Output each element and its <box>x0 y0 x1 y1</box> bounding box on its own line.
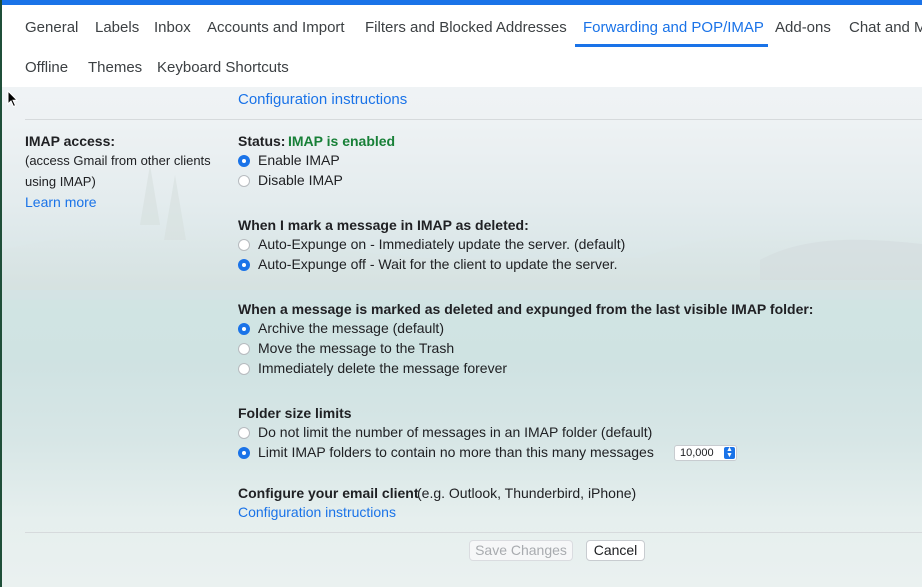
imap-access-title: IMAP access: <box>25 133 116 149</box>
tab-offline[interactable]: Offline <box>25 59 68 76</box>
tab-accounts-and-import[interactable]: Accounts and Import <box>207 19 345 36</box>
limit-folder-radio[interactable] <box>238 447 250 459</box>
tab-general[interactable]: General <box>25 19 78 36</box>
auto-expunge-off-radio[interactable] <box>238 259 250 271</box>
folder-limit-value: 10,000 <box>680 447 714 459</box>
learn-more-link[interactable]: Learn more <box>25 194 97 210</box>
tab-chat-and-meet[interactable]: Chat and M <box>849 19 922 36</box>
archive-message-radio[interactable] <box>238 323 250 335</box>
enable-imap-label[interactable]: Enable IMAP <box>258 152 340 168</box>
cancel-button[interactable]: Cancel <box>586 540 645 561</box>
footer-divider <box>25 532 922 533</box>
auto-expunge-on-radio[interactable] <box>238 239 250 251</box>
move-to-trash-radio[interactable] <box>238 343 250 355</box>
window-left-edge <box>0 0 2 587</box>
folder-size-limits-heading: Folder size limits <box>238 405 352 421</box>
configure-client-examples: (e.g. Outlook, Thunderbird, iPhone) <box>417 485 637 501</box>
mouse-pointer-icon <box>7 90 19 108</box>
tab-add-ons[interactable]: Add-ons <box>775 19 831 36</box>
imap-status-value: IMAP is enabled <box>288 133 396 149</box>
tab-filters-and-blocked-addresses[interactable]: Filters and Blocked Addresses <box>365 19 567 36</box>
tab-forwarding-pop-imap[interactable]: Forwarding and POP/IMAP <box>583 19 764 36</box>
limit-folder-label[interactable]: Limit IMAP folders to contain no more th… <box>258 444 654 460</box>
move-to-trash-label[interactable]: Move the message to the Trash <box>258 340 454 356</box>
active-tab-indicator <box>575 44 768 47</box>
imap-deleted-heading: When I mark a message in IMAP as deleted… <box>238 217 529 233</box>
folder-limit-select[interactable]: 10,000 ▲ ▼ <box>674 445 737 461</box>
tab-keyboard-shortcuts[interactable]: Keyboard Shortcuts <box>157 59 289 76</box>
no-folder-limit-radio[interactable] <box>238 427 250 439</box>
imap-configuration-instructions-link[interactable]: Configuration instructions <box>238 504 396 520</box>
disable-imap-label[interactable]: Disable IMAP <box>258 172 343 188</box>
pop-configuration-instructions-link[interactable]: Configuration instructions <box>238 91 407 108</box>
enable-imap-radio[interactable] <box>238 155 250 167</box>
settings-tabs-bar: General Labels Inbox Accounts and Import… <box>2 5 922 87</box>
save-changes-button[interactable]: Save Changes <box>469 540 573 561</box>
imap-expunged-heading: When a message is marked as deleted and … <box>238 301 814 317</box>
imap-access-description-line1: (access Gmail from other clients <box>25 153 211 168</box>
configure-client-heading: Configure your email client <box>238 485 419 501</box>
select-arrows-icon: ▲ ▼ <box>724 446 735 459</box>
disable-imap-radio[interactable] <box>238 175 250 187</box>
delete-forever-label[interactable]: Immediately delete the message forever <box>258 360 507 376</box>
auto-expunge-on-label[interactable]: Auto-Expunge on - Immediately update the… <box>258 236 625 252</box>
imap-access-description-line2: using IMAP) <box>25 174 96 189</box>
section-divider <box>25 119 922 120</box>
tab-themes[interactable]: Themes <box>88 59 142 76</box>
tab-labels[interactable]: Labels <box>95 19 139 36</box>
auto-expunge-off-label[interactable]: Auto-Expunge off - Wait for the client t… <box>258 256 618 272</box>
imap-status-label: Status: <box>238 133 286 149</box>
no-folder-limit-label[interactable]: Do not limit the number of messages in a… <box>258 424 652 440</box>
archive-message-label[interactable]: Archive the message (default) <box>258 320 444 336</box>
tab-inbox[interactable]: Inbox <box>154 19 191 36</box>
delete-forever-radio[interactable] <box>238 363 250 375</box>
